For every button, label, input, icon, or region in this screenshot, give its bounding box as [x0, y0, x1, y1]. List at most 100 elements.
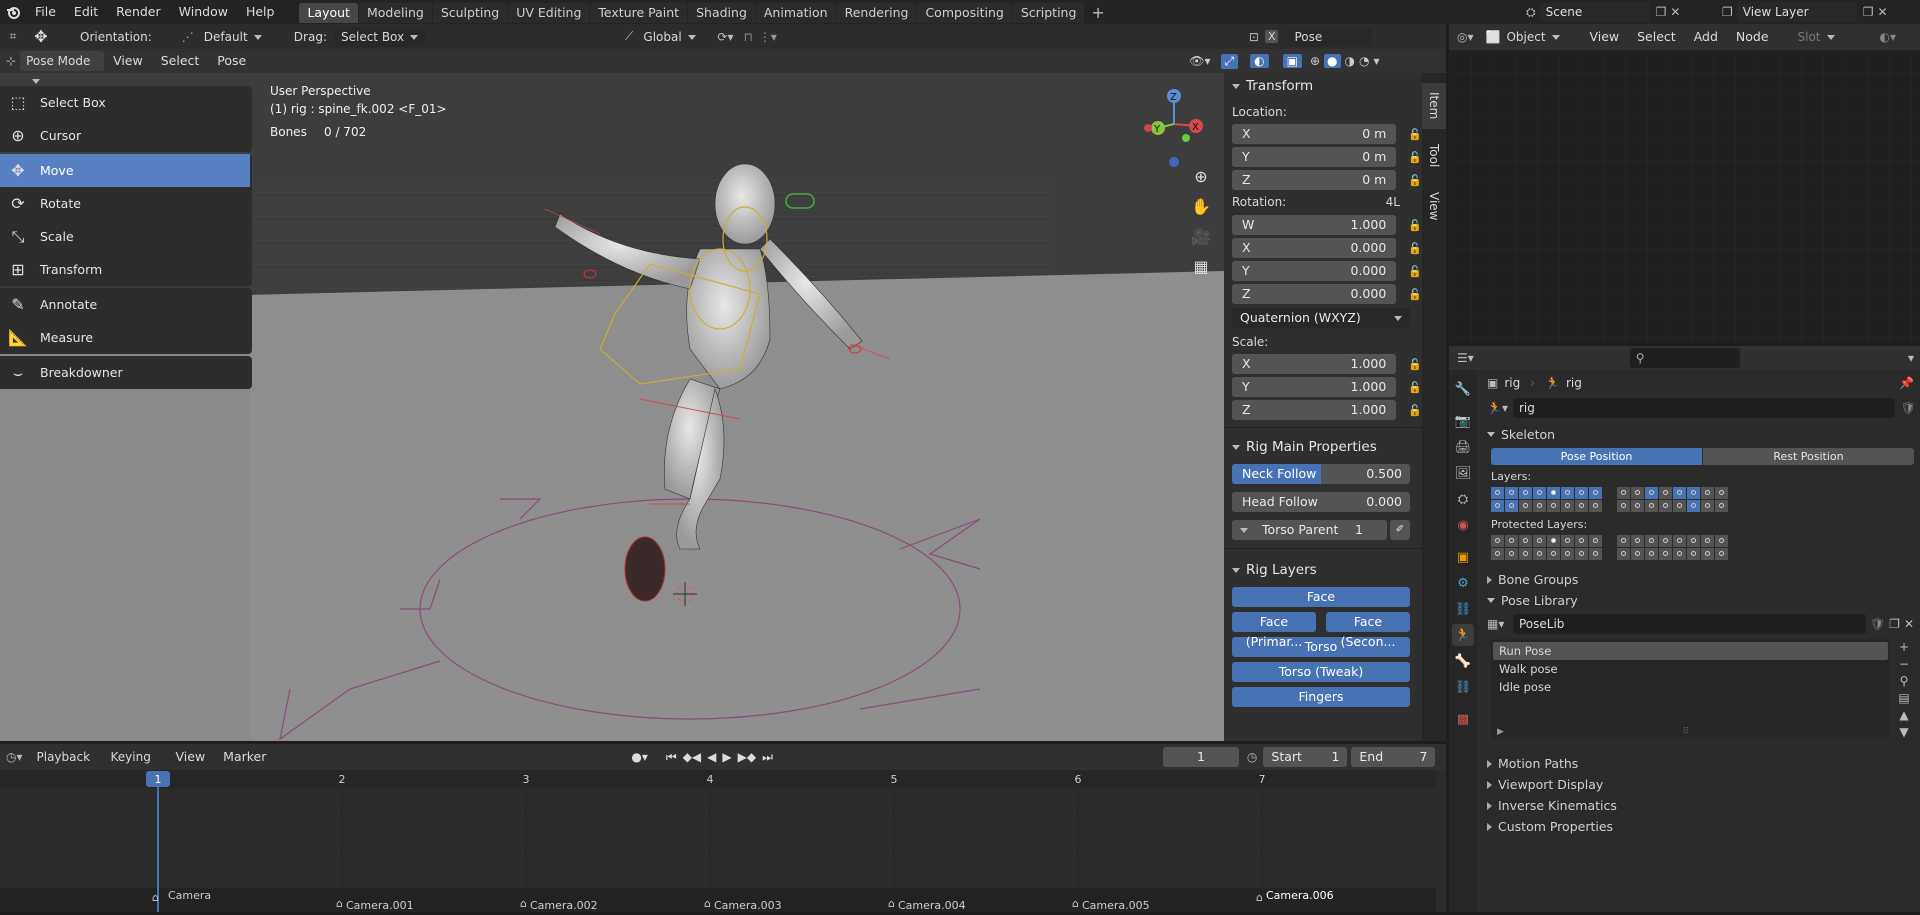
- poselib-icon[interactable]: ▦▾: [1487, 617, 1513, 631]
- bone-layers-grid[interactable]: [1491, 487, 1920, 513]
- transform-orientation-dropdown[interactable]: Global: [637, 27, 709, 47]
- node-shading-icon[interactable]: ◐▾: [1880, 30, 1897, 44]
- layer-toggle[interactable]: [1491, 500, 1504, 512]
- editor-type-icon[interactable]: ⌗: [0, 29, 26, 44]
- ortho-grid-icon[interactable]: ▦: [1188, 257, 1214, 287]
- current-frame-field[interactable]: 1: [1162, 747, 1239, 767]
- view-layer-tab-icon[interactable]: 🖼: [1452, 462, 1474, 484]
- poselib-unlink-icon[interactable]: ✕: [1904, 617, 1914, 631]
- tool-scale[interactable]: ⤡ Scale: [0, 220, 250, 253]
- object-tab-icon[interactable]: ▣: [1452, 546, 1474, 568]
- transform-panel-header[interactable]: Transform: [1232, 73, 1422, 99]
- rot-rows-field[interactable]: X 0.000: [1232, 238, 1397, 258]
- tool-measure[interactable]: 📐 Measure: [0, 321, 250, 354]
- viewport-menu-view[interactable]: View: [104, 49, 152, 73]
- properties-options-icon[interactable]: ▾: [1908, 351, 1914, 365]
- lock-icon[interactable]: 🔓: [1408, 128, 1422, 141]
- tab-scripting[interactable]: Scripting: [1012, 3, 1085, 23]
- tool-cursor[interactable]: ⊕ Cursor: [0, 119, 250, 152]
- protected-layers-grid[interactable]: [1491, 535, 1920, 561]
- menu-edit[interactable]: Edit: [65, 0, 107, 24]
- start-frame-field[interactable]: Start 1: [1263, 747, 1348, 767]
- output-tab-icon[interactable]: 🖨: [1452, 436, 1474, 458]
- tool-move[interactable]: ✥ Move: [0, 154, 250, 187]
- collapsed-panel-header[interactable]: Viewport Display: [1481, 774, 1920, 795]
- zoom-icon[interactable]: ⊕: [1188, 167, 1214, 197]
- rename-pose-icon[interactable]: ⚲: [1894, 673, 1914, 690]
- pose-library-panel-header[interactable]: Pose Library: [1481, 590, 1920, 611]
- rotation-lock-4l[interactable]: 4L: [1386, 195, 1400, 209]
- layer-toggle[interactable]: [1701, 548, 1714, 560]
- layer-toggle[interactable]: [1715, 487, 1728, 499]
- layer-toggle[interactable]: [1589, 500, 1602, 512]
- layer-toggle[interactable]: [1561, 535, 1574, 547]
- layer-toggle[interactable]: [1589, 548, 1602, 560]
- snap-icon[interactable]: ⊓: [743, 30, 752, 44]
- add-workspace-icon[interactable]: +: [1091, 3, 1104, 22]
- camera-marker-label[interactable]: Camera.004: [898, 899, 966, 912]
- layer-toggle[interactable]: [1659, 535, 1672, 547]
- scene-selector[interactable]: ⛭ Scene ❐ ✕: [1526, 0, 1680, 24]
- layer-toggle[interactable]: [1687, 535, 1700, 547]
- layer-toggle[interactable]: [1673, 548, 1686, 560]
- lock-icon[interactable]: 🔓: [1408, 151, 1422, 164]
- move-down-icon[interactable]: ▼: [1894, 724, 1914, 741]
- layer-toggle[interactable]: [1701, 535, 1714, 547]
- loc-rows-field[interactable]: Y 0 m: [1232, 147, 1397, 167]
- preview-range-icon[interactable]: ◷: [1247, 750, 1257, 764]
- layer-torso-tweak-button[interactable]: Torso (Tweak): [1232, 662, 1410, 682]
- close-view-layer-icon[interactable]: ✕: [1878, 5, 1888, 19]
- layer-toggle[interactable]: [1659, 548, 1672, 560]
- lock-icon[interactable]: 🔓: [1408, 404, 1422, 417]
- pose-list-item[interactable]: Idle pose: [1493, 678, 1888, 696]
- tool-select-box[interactable]: ⬚ Select Box: [0, 86, 250, 119]
- scl-rows-field[interactable]: Y 1.000: [1232, 377, 1397, 397]
- rest-position-button[interactable]: Rest Position: [1703, 448, 1914, 465]
- constraint-tab-icon[interactable]: ⛓: [1452, 598, 1474, 620]
- lock-icon[interactable]: 🔓: [1408, 358, 1422, 371]
- xray-toggle-icon[interactable]: ▣: [1282, 54, 1302, 68]
- layer-toggle[interactable]: [1687, 487, 1700, 499]
- viewport-menu-select[interactable]: Select: [152, 49, 209, 73]
- armature-data-selector-icon[interactable]: 🏃▾: [1487, 401, 1513, 415]
- apply-pose-icon[interactable]: ▤: [1894, 690, 1914, 707]
- play-icon[interactable]: ▶: [722, 750, 731, 764]
- lock-icon[interactable]: 🔓: [1408, 288, 1422, 301]
- layer-toggle[interactable]: [1533, 487, 1546, 499]
- pose-list[interactable]: Run Pose Walk pose Idle pose ▶ ⠿: [1491, 639, 1890, 739]
- layer-toggle[interactable]: [1505, 548, 1518, 560]
- node-menu-node[interactable]: Node: [1727, 25, 1778, 49]
- layer-toggle[interactable]: [1701, 487, 1714, 499]
- layer-toggle[interactable]: [1631, 487, 1644, 499]
- collapsed-panel-header[interactable]: Inverse Kinematics: [1481, 795, 1920, 816]
- layer-toggle[interactable]: [1645, 500, 1658, 512]
- layer-toggle[interactable]: [1589, 535, 1602, 547]
- lock-icon[interactable]: 🔓: [1408, 174, 1422, 187]
- scl-rows-field[interactable]: X 1.000: [1232, 354, 1397, 374]
- layer-toggle[interactable]: [1547, 548, 1560, 560]
- layer-toggle[interactable]: [1645, 487, 1658, 499]
- pan-hand-icon[interactable]: ✋: [1188, 197, 1214, 227]
- material-shading-icon[interactable]: ◑: [1345, 54, 1355, 68]
- layer-toggle[interactable]: [1561, 487, 1574, 499]
- copy-scene-icon[interactable]: ❐: [1656, 5, 1667, 19]
- pose-list-item[interactable]: Walk pose: [1493, 660, 1888, 678]
- layer-toggle[interactable]: [1575, 548, 1588, 560]
- loc-rows-field[interactable]: X 0 m: [1232, 124, 1397, 144]
- solid-shading-icon[interactable]: ●: [1324, 54, 1341, 68]
- skeleton-panel-header[interactable]: Skeleton: [1481, 424, 1920, 445]
- tab-item[interactable]: Item: [1422, 83, 1446, 129]
- camera-marker-icon[interactable]: ⌂: [520, 897, 527, 910]
- pose-position-button[interactable]: Pose Position: [1491, 448, 1702, 465]
- playback-menu[interactable]: Playback: [30, 747, 101, 780]
- layer-toggle[interactable]: [1617, 535, 1630, 547]
- mode-dropdown[interactable]: Pose Mode: [20, 51, 105, 84]
- close-scene-icon[interactable]: ✕: [1670, 5, 1680, 19]
- data-name-field[interactable]: rig: [1513, 398, 1895, 418]
- move-tool-icon[interactable]: ✥: [26, 27, 56, 46]
- jump-start-icon[interactable]: ⏮: [666, 750, 677, 765]
- tab-compositing[interactable]: Compositing: [917, 3, 1012, 23]
- world-tab-icon[interactable]: ◉: [1452, 514, 1474, 536]
- node-editor-type-icon[interactable]: ◎▾: [1457, 30, 1474, 44]
- overlay-toggle-icon[interactable]: ◐: [1250, 54, 1269, 68]
